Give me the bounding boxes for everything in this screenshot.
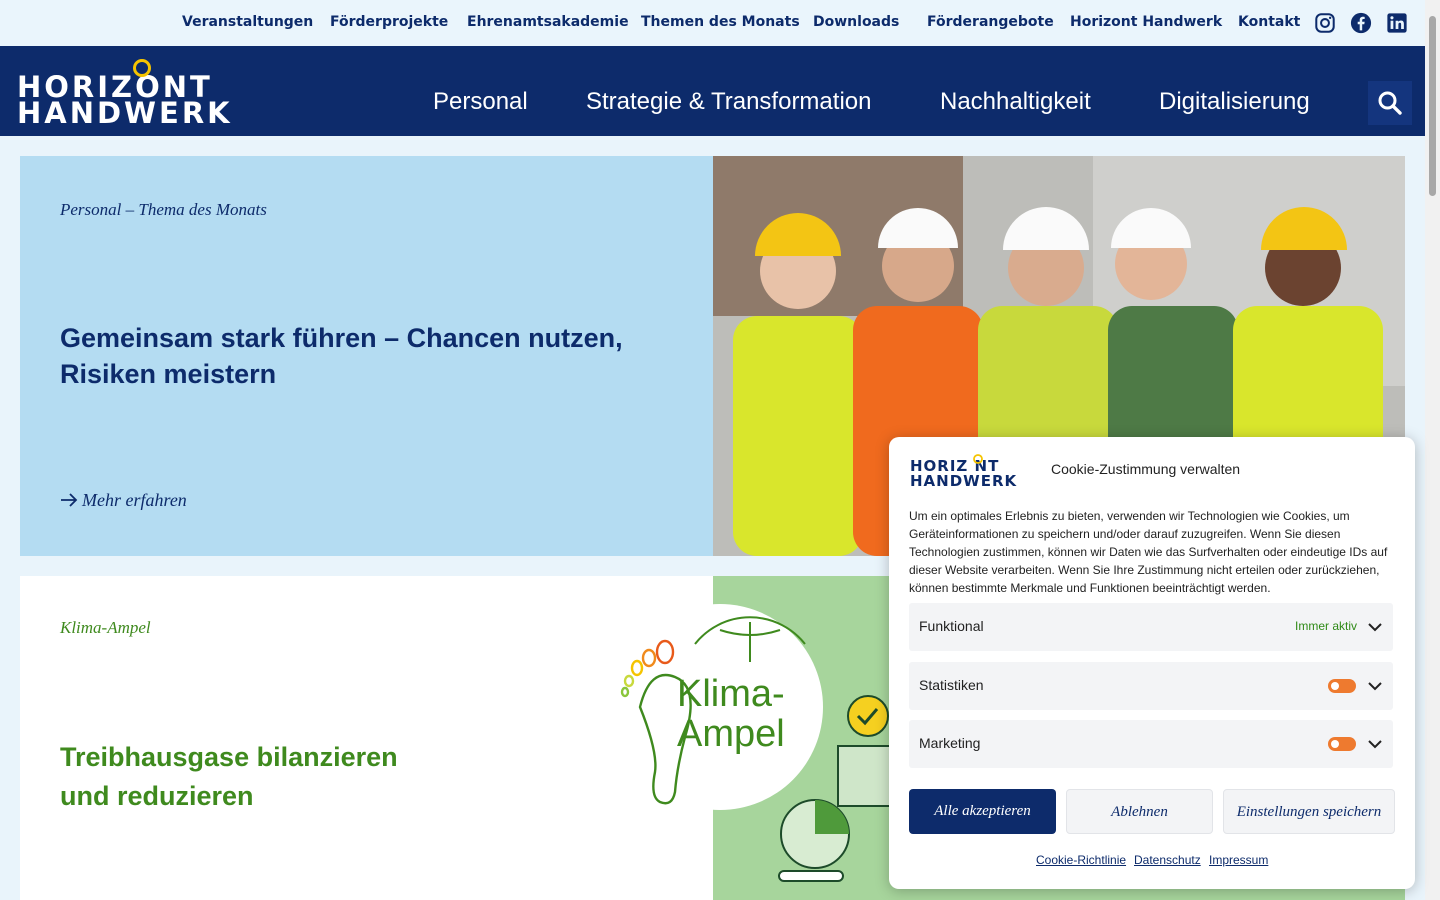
search-icon — [1378, 91, 1402, 115]
cookie-category-statistiken[interactable]: Statistiken — [909, 662, 1393, 710]
cookie-logo-sun-icon — [973, 454, 983, 464]
hero-more-link[interactable]: Mehr erfahren — [60, 490, 187, 511]
accept-all-button[interactable]: Alle akzeptieren — [909, 789, 1056, 834]
site-logo[interactable]: HORIZONT HANDWERK — [17, 56, 230, 130]
logo-line-handwerk: HANDWERK — [17, 96, 233, 130]
scrollbar-thumb[interactable] — [1429, 16, 1436, 196]
utility-link-veranstaltungen[interactable]: Veranstaltungen — [182, 14, 313, 30]
privacy-link[interactable]: Datenschutz — [1134, 853, 1201, 867]
utility-link-themen-des-monats[interactable]: Themen des Monats — [641, 14, 800, 30]
imprint-link[interactable]: Impressum — [1209, 853, 1268, 867]
utility-link-foerderprojekte[interactable]: Förderprojekte — [330, 14, 448, 30]
cookie-category-funktional[interactable]: Funktional Immer aktiv — [909, 603, 1393, 651]
cookie-category-label: Marketing — [919, 735, 981, 751]
utility-link-ehrenamtsakademie[interactable]: Ehrenamtsakademie — [467, 14, 629, 30]
cookie-dialog-title: Cookie-Zustimmung verwalten — [1051, 461, 1241, 477]
klima-badge-text: Klima- Ampel — [677, 674, 785, 754]
statistiken-toggle[interactable] — [1328, 679, 1356, 693]
nav-item-strategie-transformation[interactable]: Strategie & Transformation — [586, 88, 871, 116]
hero-more-label: Mehr erfahren — [82, 490, 187, 510]
chevron-down-icon[interactable] — [1367, 619, 1383, 635]
main-navigation: HORIZONT HANDWERK Personal Strategie & T… — [0, 46, 1425, 136]
cookie-consent-dialog: HORIZ NT HANDWERK Cookie-Zustimmung verw… — [889, 437, 1415, 889]
utility-bar: Veranstaltungen Förderprojekte Ehrenamts… — [0, 0, 1425, 46]
nav-item-personal[interactable]: Personal — [433, 88, 528, 116]
chevron-down-icon[interactable] — [1367, 736, 1383, 752]
linkedin-icon[interactable] — [1386, 12, 1408, 34]
deny-button[interactable]: Ablehnen — [1066, 789, 1213, 834]
cookie-category-marketing[interactable]: Marketing — [909, 720, 1393, 768]
facebook-icon[interactable] — [1350, 12, 1372, 34]
utility-link-horizont-handwerk[interactable]: Horizont Handwerk — [1070, 14, 1222, 30]
cookie-logo-line2: HANDWERK — [910, 472, 1018, 490]
search-button[interactable] — [1368, 81, 1412, 125]
utility-link-kontakt[interactable]: Kontakt — [1238, 14, 1300, 30]
klima-kicker: Klima-Ampel — [60, 618, 151, 637]
utility-link-downloads[interactable]: Downloads — [813, 14, 899, 30]
utility-link-foerderangebote[interactable]: Förderangebote — [927, 14, 1054, 30]
hero-title[interactable]: Gemeinsam stark führen – Chancen nutzen,… — [60, 320, 660, 392]
cookie-category-label: Statistiken — [919, 677, 984, 693]
nav-item-digitalisierung[interactable]: Digitalisierung — [1159, 88, 1310, 116]
klima-title[interactable]: Treibhausgase bilanzieren und reduzieren — [60, 738, 420, 816]
cookie-category-label: Funktional — [919, 618, 984, 634]
instagram-icon[interactable] — [1314, 12, 1336, 34]
always-active-label: Immer aktiv — [1295, 619, 1358, 633]
chevron-down-icon[interactable] — [1367, 678, 1383, 694]
nav-item-nachhaltigkeit[interactable]: Nachhaltigkeit — [940, 88, 1091, 116]
marketing-toggle[interactable] — [1328, 737, 1356, 751]
arrow-right-icon — [61, 493, 78, 507]
save-settings-button[interactable]: Einstellungen speichern — [1223, 789, 1395, 834]
klima-badge-line2: Ampel — [677, 713, 785, 755]
klima-badge-line1: Klima- — [677, 673, 785, 715]
cookie-dialog-logo: HORIZ NT HANDWERK — [910, 454, 1016, 490]
page-scrollbar[interactable] — [1425, 0, 1440, 900]
cookie-dialog-text: Um ein optimales Erlebnis zu bieten, ver… — [909, 509, 1388, 595]
logo-sun-icon — [133, 59, 151, 77]
hero-kicker: Personal – Thema des Monats — [60, 200, 267, 219]
cookie-policy-link[interactable]: Cookie-Richtlinie — [1036, 853, 1126, 867]
